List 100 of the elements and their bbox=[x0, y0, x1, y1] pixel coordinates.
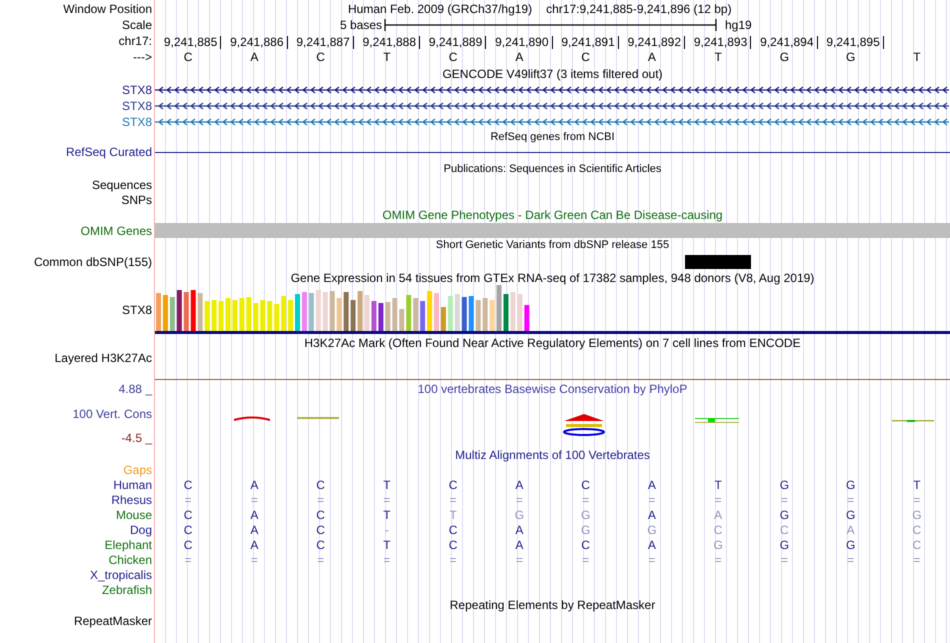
aligned-base: = bbox=[913, 554, 920, 566]
track-label[interactable]: Layered H3K27Ac bbox=[54, 352, 152, 364]
track-title: Multiz Alignments of 100 Vertebrates bbox=[455, 448, 650, 460]
track-label: ---> bbox=[133, 51, 152, 63]
assembly-label: hg19 bbox=[725, 17, 752, 34]
variant-block bbox=[685, 254, 752, 268]
species-label[interactable]: Dog bbox=[130, 524, 152, 536]
aligned-base: = bbox=[516, 554, 523, 566]
base-position: 9,241,888 bbox=[362, 34, 417, 51]
base-letter: T bbox=[913, 51, 921, 63]
aligned-base: = bbox=[582, 554, 590, 566]
aligned-base: = bbox=[780, 554, 788, 566]
species-label[interactable]: Mouse bbox=[116, 508, 152, 520]
track-title: OMIM Gene Phenotypes - Dark Green Can Be Disease-causing bbox=[382, 209, 723, 221]
aligned-base: G bbox=[780, 478, 790, 490]
track-title: Short Genetic Variants from dbSNP release 155 bbox=[436, 240, 670, 251]
conservation-peak bbox=[695, 418, 739, 423]
species-label[interactable]: Zebrafish bbox=[102, 584, 152, 596]
track-label[interactable]: STX8 bbox=[122, 116, 152, 128]
aligned-base: G bbox=[580, 524, 590, 536]
aligned-base: T bbox=[449, 508, 457, 520]
aligned-base: = bbox=[780, 494, 788, 506]
conservation-peak bbox=[234, 416, 270, 421]
aligned-base: = bbox=[250, 554, 258, 566]
track-title: GENCODE V49lift37 (3 items filtered out) bbox=[442, 68, 663, 80]
aligned-base: A bbox=[648, 478, 656, 490]
aligned-base: = bbox=[516, 494, 523, 506]
aligned-base: C bbox=[448, 538, 458, 550]
track-label: 4.88 _ bbox=[118, 383, 152, 395]
base-letter: C bbox=[184, 51, 192, 63]
aligned-base: T bbox=[913, 478, 921, 490]
aligned-base: = bbox=[317, 494, 324, 506]
track-label[interactable]: OMIM Genes bbox=[80, 224, 152, 236]
aligned-base: T bbox=[383, 478, 391, 490]
aligned-base: = bbox=[450, 494, 457, 506]
base-letter: T bbox=[714, 51, 722, 63]
track-label[interactable]: STX8 bbox=[122, 84, 152, 96]
aligned-base: T bbox=[714, 478, 722, 490]
aligned-base: G bbox=[713, 538, 723, 550]
base-letter: A bbox=[515, 51, 524, 63]
aligned-base: = bbox=[648, 554, 656, 566]
track-label[interactable]: SNPs bbox=[121, 194, 152, 206]
aligned-base: A bbox=[714, 508, 722, 520]
aligned-base: C bbox=[581, 538, 590, 550]
species-label[interactable]: Human bbox=[113, 478, 152, 490]
aligned-base: G bbox=[846, 508, 856, 520]
aligned-base: = bbox=[317, 554, 324, 566]
track-label[interactable]: STX8 bbox=[122, 304, 152, 316]
track-label[interactable]: Sequences bbox=[92, 179, 152, 191]
base-letter: C bbox=[448, 51, 458, 63]
aligned-base: = bbox=[184, 494, 192, 506]
aligned-base: C bbox=[184, 538, 192, 550]
base-position: 9,241,892 bbox=[628, 34, 682, 51]
aligned-base: G bbox=[580, 508, 590, 520]
aligned-base: A bbox=[846, 524, 855, 536]
aligned-base: C bbox=[316, 538, 325, 550]
base-position: 9,241,895 bbox=[826, 34, 881, 51]
scale-text: 5 bases bbox=[338, 17, 383, 34]
species-label[interactable]: Elephant bbox=[104, 538, 152, 550]
base-position: 9,241,886 bbox=[230, 34, 284, 51]
track-label[interactable]: RepeatMasker bbox=[74, 615, 152, 627]
aligned-base: C bbox=[581, 478, 590, 490]
aligned-base: - bbox=[384, 524, 389, 536]
base-letter: C bbox=[316, 51, 325, 63]
aligned-base: C bbox=[184, 508, 192, 520]
track-title: Gene Expression in 54 tissues from GTEx RNA-seq of 17382 samples, 948 donors (V8, Aug 2019) bbox=[290, 272, 814, 284]
base-letter: G bbox=[846, 51, 856, 63]
aligned-base: G bbox=[846, 538, 856, 550]
track-title: Publications: Sequences in Scientific Articles bbox=[444, 164, 662, 174]
aligned-base: G bbox=[780, 508, 790, 520]
base-position: 9,241,889 bbox=[428, 34, 484, 51]
aligned-base: G bbox=[846, 478, 856, 490]
aligned-base: C bbox=[780, 524, 789, 536]
species-label[interactable]: X_tropicalis bbox=[90, 568, 152, 580]
track-label[interactable]: STX8 bbox=[122, 100, 152, 112]
aligned-base: A bbox=[250, 538, 258, 550]
base-letter: G bbox=[780, 51, 790, 63]
species-label[interactable]: Chicken bbox=[108, 554, 152, 566]
aligned-base: T bbox=[383, 538, 391, 550]
track-label: -4.5 _ bbox=[121, 432, 152, 444]
aligned-base: G bbox=[647, 524, 657, 536]
aligned-base: G bbox=[514, 508, 524, 520]
track-label[interactable]: 100 Vert. Cons bbox=[72, 408, 152, 420]
aligned-base: C bbox=[912, 524, 922, 536]
species-label[interactable]: Rhesus bbox=[111, 494, 152, 506]
aligned-base: = bbox=[847, 494, 854, 506]
base-position: 9,241,885 bbox=[164, 34, 218, 51]
base-letter: C bbox=[581, 51, 590, 63]
track-label: chr17: bbox=[118, 35, 152, 47]
aligned-base: C bbox=[448, 524, 458, 536]
aligned-base: = bbox=[184, 554, 192, 566]
aligned-base: = bbox=[648, 494, 656, 506]
aligned-base: = bbox=[913, 494, 920, 506]
track-label: Window Position bbox=[63, 2, 152, 14]
track-label[interactable]: Common dbSNP(155) bbox=[34, 256, 152, 268]
aligned-base: C bbox=[184, 478, 192, 490]
aligned-base: = bbox=[582, 494, 590, 506]
base-position: 9,241,891 bbox=[561, 34, 616, 51]
track-title: RefSeq genes from NCBI bbox=[490, 132, 615, 142]
track-label[interactable]: RefSeq Curated bbox=[66, 146, 152, 158]
